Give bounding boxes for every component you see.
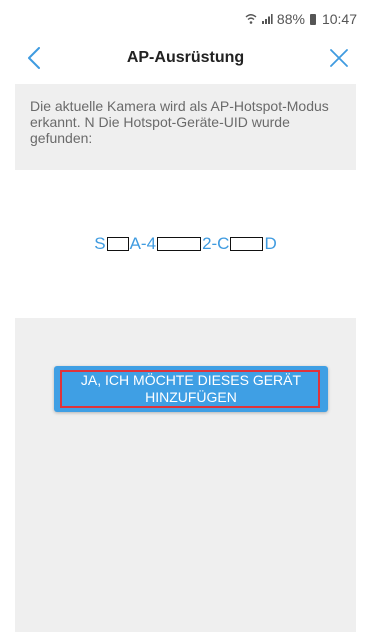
close-icon <box>330 49 348 67</box>
add-device-button-label: JA, ICH MÖCHTE DIESES GERÄT HINZUFÜGEN <box>80 372 302 405</box>
wifi-icon <box>245 13 257 25</box>
uid-part: D <box>264 234 277 253</box>
uid-part: A-4 <box>129 234 157 253</box>
action-panel: JA, ICH MÖCHTE DIESES GERÄT HINZUFÜGEN <box>15 318 356 632</box>
device-uid: S A-4 2-C D <box>94 233 277 255</box>
redaction-box <box>230 237 264 251</box>
screen: 88% 10:47 AP-Ausrüstung Die aktuelle Kam… <box>0 0 371 632</box>
battery-percent: 88% <box>276 11 305 27</box>
chevron-left-icon <box>28 47 40 69</box>
info-box: Die aktuelle Kamera wird als AP-Hotspot-… <box>15 84 356 170</box>
battery-icon <box>309 13 316 25</box>
signal-icon <box>261 13 273 25</box>
status-bar: 88% 10:47 <box>0 0 371 38</box>
close-button[interactable] <box>323 42 355 74</box>
status-time: 10:47 <box>321 11 357 27</box>
page-title: AP-Ausrüstung <box>126 49 245 66</box>
redaction-box <box>106 237 129 251</box>
back-button[interactable] <box>18 42 50 74</box>
uid-part: S <box>94 234 106 253</box>
uid-part: 2-C <box>202 234 230 253</box>
uid-section: S A-4 2-C D <box>0 170 371 318</box>
redaction-box <box>157 237 202 251</box>
info-text: Die aktuelle Kamera wird als AP-Hotspot-… <box>30 98 329 146</box>
add-device-button[interactable]: JA, ICH MÖCHTE DIESES GERÄT HINZUFÜGEN <box>54 366 328 412</box>
nav-bar: AP-Ausrüstung <box>0 38 371 78</box>
